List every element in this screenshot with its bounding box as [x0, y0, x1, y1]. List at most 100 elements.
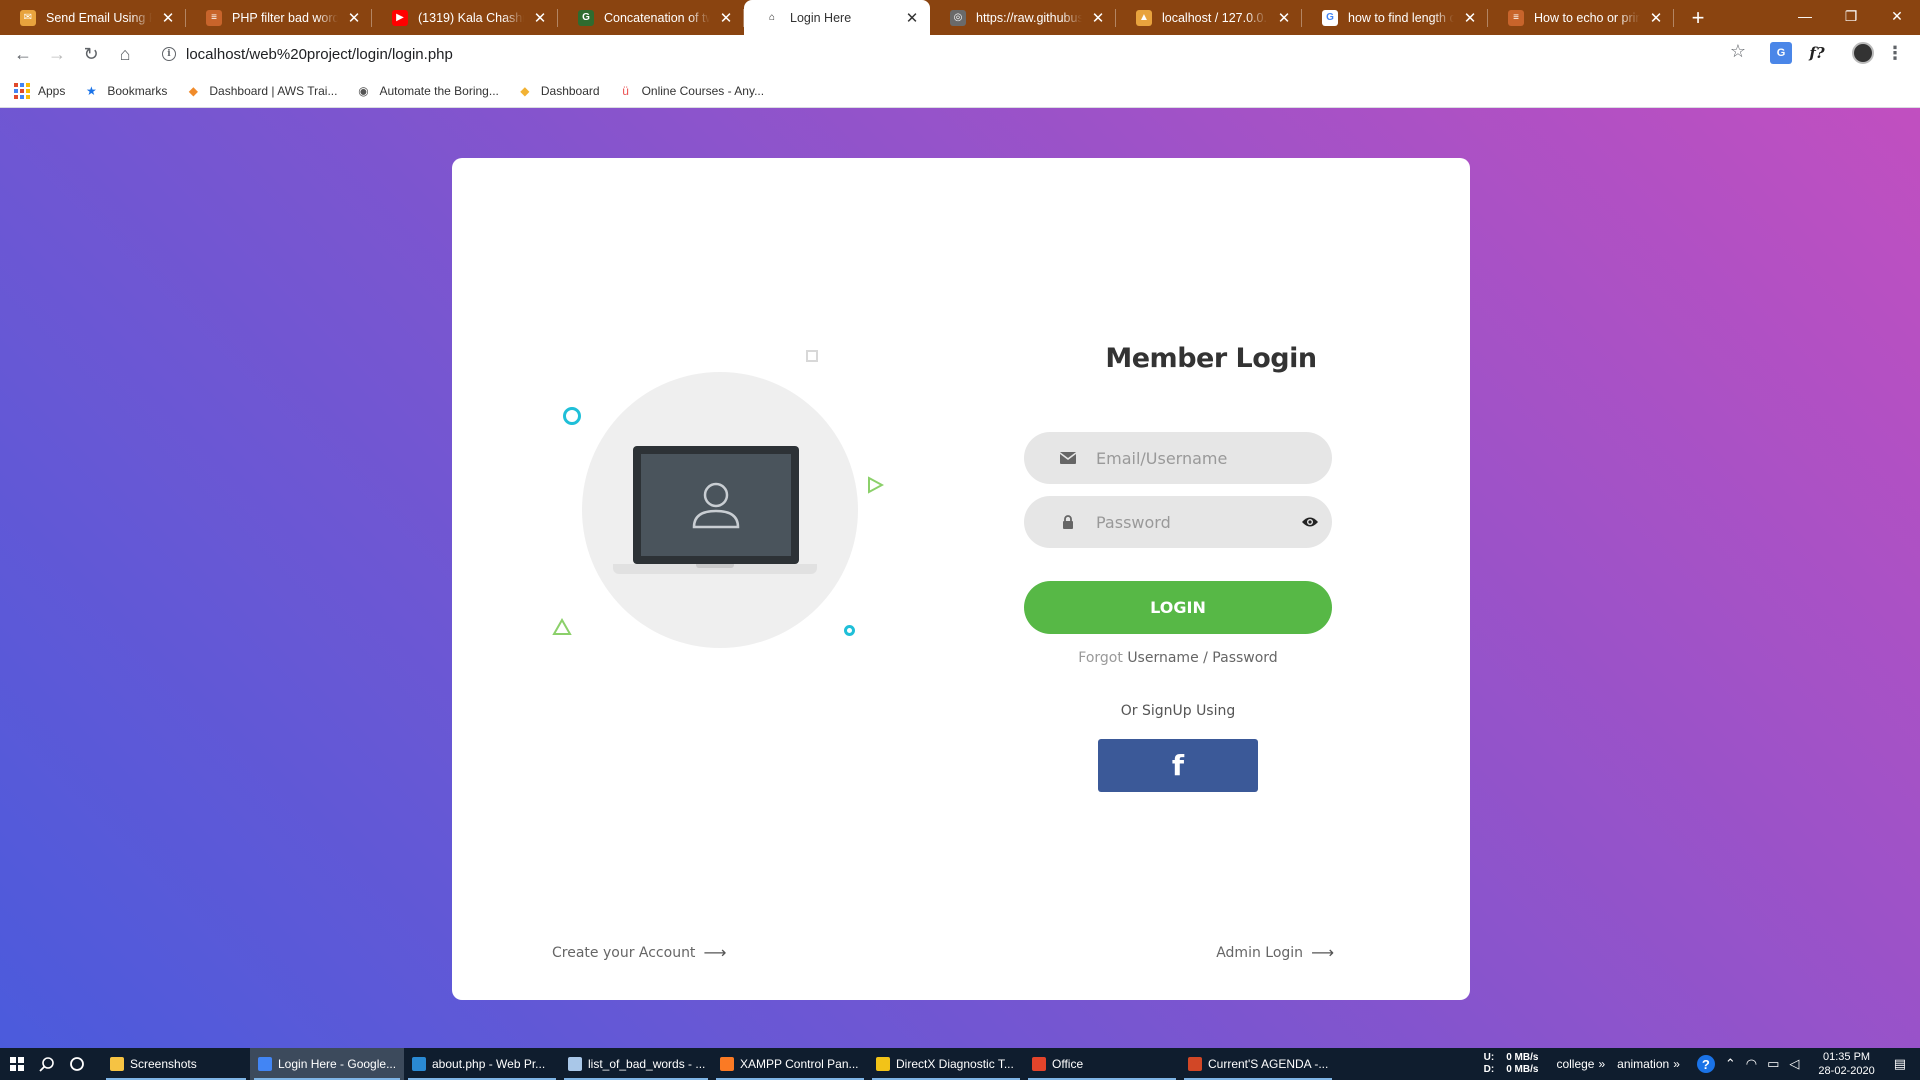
globe-icon: ◉ — [358, 83, 369, 98]
chevron-icon[interactable]: » — [1673, 1057, 1680, 1071]
decor-play-triangle-icon — [868, 476, 884, 494]
windows-start-icon[interactable] — [2, 1048, 32, 1080]
udemy-icon: ü — [622, 83, 629, 98]
bookmarks-bar: Apps ★ Bookmarks ◆ Dashboard | AWS Trai... ◉ A… — [0, 74, 1920, 108]
fx-extension-icon[interactable]: f? — [1806, 42, 1828, 64]
browser-tab[interactable]: Ghow to find length of a ✕ — [1302, 0, 1488, 35]
browser-tab[interactable]: G Concatenation of two s ✕ — [558, 0, 744, 35]
show-password-eye-icon[interactable] — [1300, 512, 1320, 532]
bookmark-item[interactable]: Apps — [14, 82, 65, 99]
translate-extension-icon[interactable]: G — [1770, 42, 1792, 64]
site-info-icon[interactable]: i — [162, 47, 176, 61]
search-icon[interactable] — [32, 1048, 62, 1080]
signup-label: Or SignUp Using — [1120, 703, 1236, 719]
app-icon — [258, 1057, 272, 1071]
bookmark-item[interactable]: ◉ Automate the Boring... — [355, 83, 499, 99]
taskbar-app[interactable]: XAMPP Control Pan... — [712, 1048, 868, 1080]
toolbar-animation[interactable]: animation — [1617, 1057, 1669, 1071]
close-tab-icon[interactable]: ✕ — [1648, 10, 1664, 27]
back-button[interactable]: ← — [6, 38, 40, 72]
close-window-button[interactable]: ✕ — [1874, 0, 1920, 32]
browser-tab[interactable]: ▶ (1319) Kala Chashma | ✕ — [372, 0, 558, 35]
tab-favicon-icon: ≡ — [1508, 9, 1524, 26]
taskbar-app[interactable]: Current'S AGENDA -... — [1180, 1048, 1336, 1080]
net-speed-values: 0 MB/s 0 MB/s — [1506, 1052, 1539, 1075]
browser-menu-icon[interactable]: ⋮ — [1884, 42, 1906, 64]
taskbar-app-label: Login Here - Google... — [278, 1057, 397, 1071]
close-tab-icon[interactable]: ✕ — [160, 10, 176, 27]
browser-tab[interactable]: ≡ PHP filter bad words - ✕ — [186, 0, 372, 35]
clock[interactable]: 01:35 PM 28-02-2020 — [1818, 1050, 1874, 1078]
reload-button[interactable]: ↻ — [74, 38, 108, 72]
password-field[interactable] — [1024, 496, 1332, 548]
volume-icon[interactable]: ◁ — [1789, 1056, 1799, 1072]
notifications-icon[interactable]: ▤ — [1894, 1056, 1906, 1072]
cortana-icon[interactable] — [62, 1048, 92, 1080]
close-tab-icon[interactable]: ✕ — [1462, 10, 1478, 27]
forgot-username-password-link[interactable]: Username / Password — [1127, 650, 1277, 666]
taskbar-app-label: Office — [1052, 1057, 1084, 1071]
taskbar-app[interactable]: Office — [1024, 1048, 1180, 1080]
forward-button[interactable]: → — [40, 38, 74, 72]
close-tab-icon[interactable]: ✕ — [1090, 10, 1106, 27]
tab-favicon-icon: ◎ — [950, 9, 966, 26]
forgot-credentials: Forgot Username / Password — [1024, 650, 1332, 666]
address-bar[interactable]: i localhost/web%20project/login/login.ph… — [150, 39, 1760, 69]
bookmark-item[interactable]: ◆ Dashboard — [517, 83, 600, 99]
chevron-icon[interactable]: » — [1598, 1057, 1605, 1071]
bookmark-item[interactable]: ★ Bookmarks — [83, 83, 167, 99]
new-tab-button[interactable]: + — [1680, 0, 1716, 35]
tab-title: Send Email Using Pytho — [46, 10, 152, 25]
browser-tab[interactable]: ◎ https://raw.githubuserc ✕ — [930, 0, 1116, 35]
toolbar-college[interactable]: college — [1556, 1057, 1594, 1071]
browser-toolbar: ← → ↻ ⌂ i localhost/web%20project/login/… — [0, 35, 1920, 74]
wifi-icon[interactable]: ◠ — [1746, 1056, 1757, 1072]
minimize-button[interactable]: — — [1782, 0, 1828, 32]
taskbar-app[interactable]: Screenshots — [102, 1048, 250, 1080]
close-tab-icon[interactable]: ✕ — [532, 10, 548, 27]
browser-tab[interactable]: ▲ localhost / 127.0.0.1 / l ✕ — [1116, 0, 1302, 35]
browser-tab[interactable]: ⌂ Login Here ✕ — [744, 0, 930, 35]
facebook-signup-button[interactable]: f — [1098, 739, 1258, 792]
taskbar-app[interactable]: list_of_bad_words - ... — [560, 1048, 712, 1080]
login-button[interactable]: LOGIN — [1024, 581, 1332, 634]
create-account-link[interactable]: Create your Account ⟶ — [552, 943, 726, 962]
bookmark-star-icon[interactable]: ☆ — [1730, 41, 1746, 62]
admin-login-link[interactable]: Admin Login ⟶ — [1216, 943, 1334, 962]
profile-avatar[interactable] — [1852, 42, 1874, 64]
taskbar-items: Screenshots Login Here - Google... about.p… — [102, 1048, 1336, 1080]
taskbar-app-label: XAMPP Control Pan... — [740, 1057, 859, 1071]
address-url[interactable]: localhost/web%20project/login/login.php — [186, 46, 453, 63]
battery-icon[interactable]: ▭ — [1767, 1056, 1779, 1072]
taskbar-app-label: about.php - Web Pr... — [432, 1057, 546, 1071]
close-tab-icon[interactable]: ✕ — [1276, 10, 1292, 27]
browser-tab[interactable]: ≡ How to echo or print a ✕ — [1488, 0, 1674, 35]
restore-button[interactable]: ❐ — [1828, 0, 1874, 32]
home-button[interactable]: ⌂ — [108, 38, 142, 72]
aws-cube-icon: ◆ — [188, 83, 198, 98]
app-icon — [568, 1057, 582, 1071]
help-icon[interactable]: ? — [1696, 1055, 1715, 1073]
show-hidden-icons-icon[interactable]: ⌃ — [1725, 1056, 1736, 1072]
app-icon — [412, 1057, 426, 1071]
bookmark-item[interactable]: ◆ Dashboard | AWS Trai... — [185, 83, 338, 99]
email-field[interactable] — [1024, 432, 1332, 484]
app-icon — [110, 1057, 124, 1071]
browser-tab[interactable]: ✉ Send Email Using Pytho ✕ — [0, 0, 186, 35]
taskbar-app[interactable]: DirectX Diagnostic T... — [868, 1048, 1024, 1080]
close-tab-icon[interactable]: ✕ — [718, 10, 734, 27]
tab-title: PHP filter bad words - — [232, 10, 338, 25]
app-icon — [720, 1057, 734, 1071]
close-tab-icon[interactable]: ✕ — [346, 10, 362, 27]
laptop-base — [613, 564, 817, 574]
email-input[interactable] — [1096, 448, 1286, 468]
bookmark-item[interactable]: ü Online Courses - Any... — [618, 83, 764, 99]
tab-title: Concatenation of two s — [604, 10, 710, 25]
apps-grid-icon — [14, 82, 30, 99]
taskbar-app[interactable]: about.php - Web Pr... — [404, 1048, 560, 1080]
password-input[interactable] — [1096, 512, 1286, 532]
bookmark-label: Dashboard — [540, 83, 600, 98]
close-tab-icon[interactable]: ✕ — [904, 10, 920, 27]
tab-favicon-icon: ▲ — [1136, 9, 1152, 26]
taskbar-app[interactable]: Login Here - Google... — [250, 1048, 404, 1080]
